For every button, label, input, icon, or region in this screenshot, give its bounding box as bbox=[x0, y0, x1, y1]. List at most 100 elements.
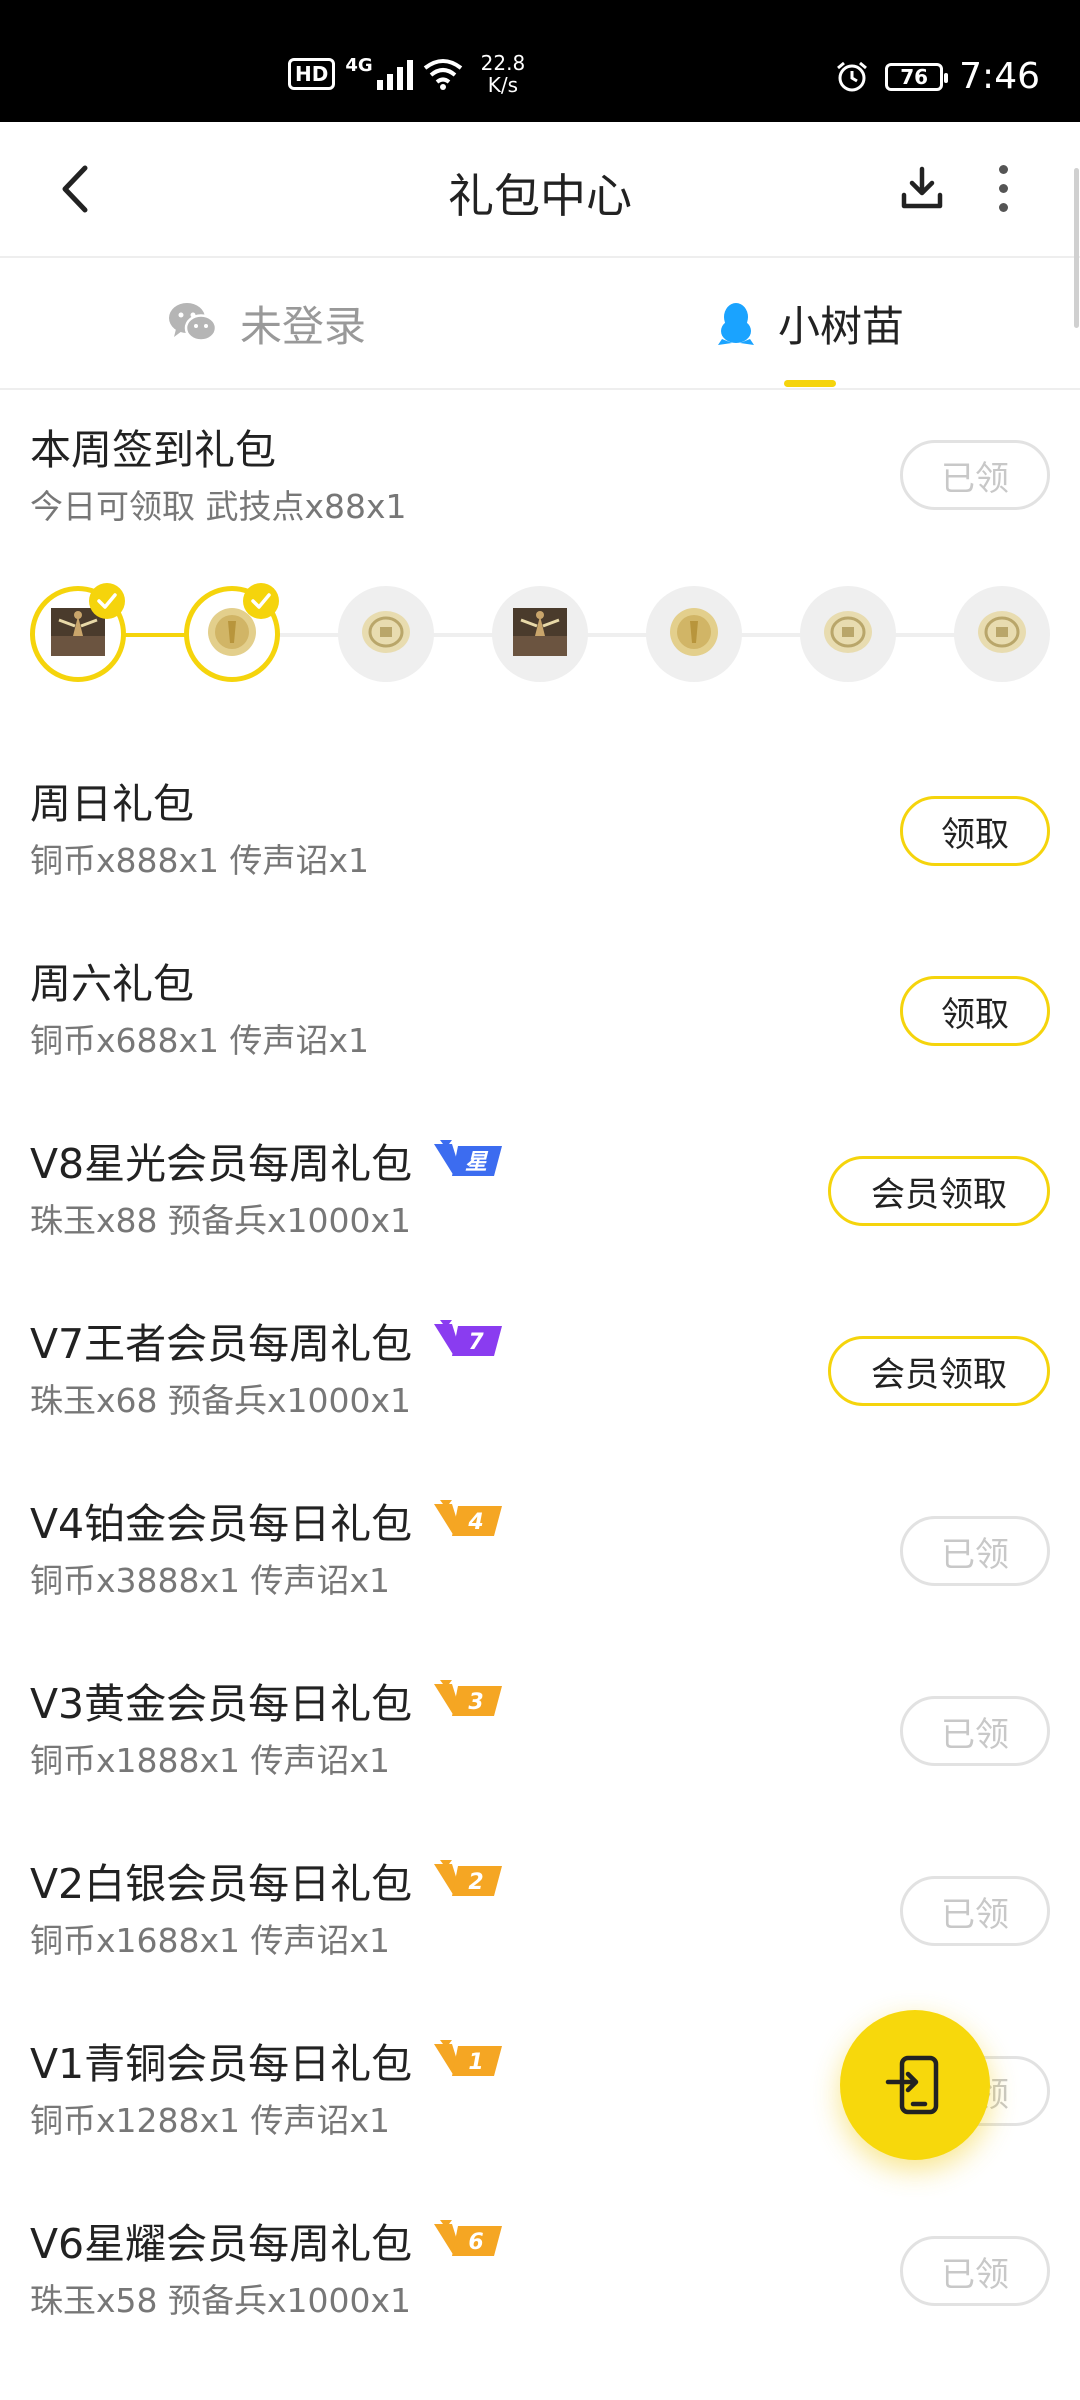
coin-item-icon bbox=[357, 603, 415, 665]
coin-item-icon bbox=[973, 603, 1031, 665]
battery-icon: 76 bbox=[885, 62, 949, 91]
dot bbox=[998, 202, 1008, 212]
gift-title: 周六礼包 bbox=[30, 950, 194, 1010]
gift-title: V4铂金会员每日礼包 4 bbox=[30, 1490, 504, 1550]
gift-title-text: 周日礼包 bbox=[30, 780, 194, 828]
checkmark-icon bbox=[89, 583, 125, 619]
gift-description: 铜币x1688x1 传声诏x1 bbox=[30, 1921, 391, 1960]
claimed-button[interactable]: 已领 bbox=[900, 2236, 1050, 2306]
member-claim-button[interactable]: 会员领取 bbox=[828, 1156, 1050, 1226]
network-speed: 22.8 K/s bbox=[481, 52, 526, 96]
claimed-button[interactable]: 已领 bbox=[900, 1876, 1050, 1946]
gift-row: 周六礼包铜币x688x1 传声诏x1 领取 bbox=[0, 940, 1080, 1120]
clock: 7:46 bbox=[959, 56, 1040, 97]
svg-text:4: 4 bbox=[467, 1510, 483, 1535]
gift-title: 周日礼包 bbox=[30, 770, 194, 830]
svg-text:1: 1 bbox=[468, 2050, 483, 2075]
claimed-button[interactable]: 已领 bbox=[900, 440, 1050, 510]
gift-row: 周日礼包铜币x888x1 传声诏x1 领取 bbox=[0, 760, 1080, 940]
svg-text:2: 2 bbox=[468, 1870, 483, 1895]
tab-wechat-account[interactable]: 未登录 bbox=[168, 258, 366, 388]
gift-title-text: 周六礼包 bbox=[30, 960, 194, 1008]
signin-day-6[interactable] bbox=[800, 586, 896, 682]
gift-description: 珠玉x88 预备兵x1000x1 bbox=[30, 1201, 412, 1240]
member-claim-button[interactable]: 会员领取 bbox=[828, 1336, 1050, 1406]
vip-level-badge-icon: 3 bbox=[432, 1678, 504, 1722]
floating-switch-button[interactable] bbox=[840, 2010, 990, 2160]
gift-row: V7王者会员每周礼包 7 珠玉x68 预备兵x1000x1 会员领取 bbox=[0, 1300, 1080, 1480]
gift-description: 铜币x688x1 传声诏x1 bbox=[30, 1021, 370, 1060]
svg-text:星: 星 bbox=[465, 1150, 489, 1175]
coin-item-icon bbox=[819, 603, 877, 665]
claimed-button[interactable]: 已领 bbox=[900, 1516, 1050, 1586]
signin-day-7[interactable] bbox=[954, 586, 1050, 682]
active-tab-indicator bbox=[784, 380, 836, 387]
more-options-button[interactable] bbox=[978, 152, 1028, 224]
dot bbox=[998, 183, 1008, 193]
vip-level-badge-icon: 7 bbox=[432, 1318, 504, 1362]
warrior-item-icon bbox=[511, 606, 569, 662]
status-bar: HD 4G 22.8 K/s 76 7:46 bbox=[0, 0, 1080, 122]
vip-level-badge-icon: 4 bbox=[432, 1498, 504, 1542]
gift-title-text: V4铂金会员每日礼包 bbox=[30, 1500, 413, 1548]
gift-description: 今日可领取 武技点x88x1 bbox=[30, 487, 407, 526]
tab-label: 小树苗 bbox=[778, 301, 905, 351]
gift-description: 铜币x1288x1 传声诏x1 bbox=[30, 2101, 391, 2140]
gift-title: V7王者会员每周礼包 7 bbox=[30, 1310, 504, 1370]
vip-level-badge-icon: 星 bbox=[432, 1138, 504, 1182]
gift-title-text: V8星光会员每周礼包 bbox=[30, 1140, 413, 1188]
gift-title-text: V6星耀会员每周礼包 bbox=[30, 2220, 413, 2268]
gift-title-text: V7王者会员每周礼包 bbox=[30, 1320, 413, 1368]
claimed-button[interactable]: 已领 bbox=[900, 1696, 1050, 1766]
gift-title: V6星耀会员每周礼包 6 bbox=[30, 2210, 504, 2270]
gift-title: V2白银会员每日礼包 2 bbox=[30, 1850, 504, 1910]
gift-description: 铜币x1888x1 传声诏x1 bbox=[30, 1741, 391, 1780]
claim-button[interactable]: 领取 bbox=[900, 976, 1050, 1046]
gift-row: V4铂金会员每日礼包 4 铜币x3888x1 传声诏x1 已领 bbox=[0, 1480, 1080, 1660]
status-right: 76 7:46 bbox=[835, 56, 1040, 97]
speed-unit: K/s bbox=[487, 73, 519, 97]
gift-title: V3黄金会员每日礼包 3 bbox=[30, 1670, 504, 1730]
svg-text:3: 3 bbox=[468, 1690, 483, 1715]
status-indicators: HD 4G 22.8 K/s bbox=[288, 52, 525, 96]
vip-level-badge-icon: 6 bbox=[432, 2218, 504, 2262]
wechat-icon bbox=[169, 303, 218, 342]
phone-enter-icon bbox=[885, 2055, 939, 2115]
signin-day-2[interactable] bbox=[184, 583, 280, 682]
qq-penguin-icon bbox=[718, 303, 754, 345]
tab-qq-account[interactable]: 小树苗 bbox=[716, 258, 904, 388]
vip-level-badge-icon: 2 bbox=[432, 1858, 504, 1902]
gift-row: V3黄金会员每日礼包 3 铜币x1888x1 传声诏x1 已领 bbox=[0, 1660, 1080, 1840]
signin-day-5[interactable] bbox=[646, 586, 742, 682]
hd-indicator: HD bbox=[288, 58, 336, 90]
gift-title: 本周签到礼包 bbox=[30, 426, 276, 474]
alarm-icon bbox=[837, 61, 868, 91]
app-header: 礼包中心 bbox=[0, 122, 1080, 258]
signin-day-1[interactable] bbox=[30, 583, 126, 682]
signin-day-4[interactable] bbox=[492, 586, 588, 682]
gift-title: V1青铜会员每日礼包 1 bbox=[30, 2030, 504, 2090]
gift-description: 铜币x888x1 传声诏x1 bbox=[30, 841, 370, 880]
svg-text:6: 6 bbox=[468, 2230, 483, 2255]
gift-title: V8星光会员每周礼包 星 bbox=[30, 1130, 504, 1190]
gift-title-text: V3黄金会员每日礼包 bbox=[30, 1680, 413, 1728]
svg-text:7: 7 bbox=[468, 1330, 484, 1355]
network-type: 4G bbox=[345, 54, 373, 76]
gift-title-text: V2白银会员每日礼包 bbox=[30, 1860, 413, 1908]
gift-description: 珠玉x58 预备兵x1000x1 bbox=[30, 2281, 412, 2320]
gift-row: V8星光会员每周礼包 星珠玉x88 预备兵x1000x1 会员领取 bbox=[0, 1120, 1080, 1300]
wifi-icon bbox=[423, 59, 462, 90]
gift-title-text: V1青铜会员每日礼包 bbox=[30, 2040, 413, 2088]
download-button[interactable] bbox=[890, 152, 954, 224]
download-icon bbox=[901, 166, 943, 209]
checkmark-icon bbox=[243, 583, 279, 619]
signin-day-tracker bbox=[0, 580, 1080, 690]
signal-icon bbox=[376, 58, 413, 90]
gift-description: 铜币x3888x1 传声诏x1 bbox=[30, 1561, 391, 1600]
claim-button[interactable]: 领取 bbox=[900, 796, 1050, 866]
gift-description: 珠玉x68 预备兵x1000x1 bbox=[30, 1381, 412, 1420]
signin-day-3[interactable] bbox=[338, 586, 434, 682]
account-tabs: 未登录 小树苗 bbox=[0, 258, 1080, 390]
gift-row: V2白银会员每日礼包 2 铜币x1688x1 传声诏x1 已领 bbox=[0, 1840, 1080, 2020]
vip-level-badge-icon: 1 bbox=[432, 2038, 504, 2082]
